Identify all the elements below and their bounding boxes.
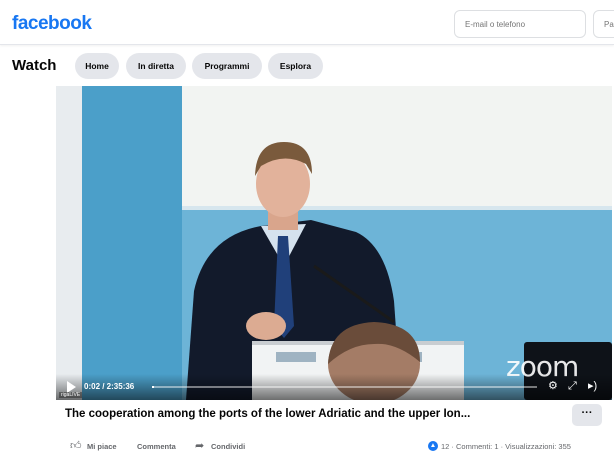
- actions-bar: 👍︎ Mi piace Commenta ➦ Condividi ▲ 12 · …: [0, 440, 614, 458]
- video-time: 0:02 / 2:35:36: [84, 382, 135, 391]
- tab-programmi[interactable]: Programmi: [192, 53, 262, 79]
- comment-button[interactable]: Commenta: [137, 442, 176, 451]
- progress-bar[interactable]: [152, 386, 537, 388]
- video-corner-tag: rigaLIVE: [59, 392, 83, 398]
- share-button[interactable]: Condividi: [211, 442, 245, 451]
- watch-nav: Watch Home In diretta Programmi Esplora: [0, 46, 614, 86]
- password-field[interactable]: [593, 10, 614, 38]
- like-button[interactable]: Mi piace: [87, 442, 117, 451]
- facebook-logo[interactable]: facebook: [12, 13, 92, 35]
- tab-esplora[interactable]: Esplora: [268, 53, 323, 79]
- post-stats[interactable]: 12 · Commenti: 1 · Visualizzazioni: 355: [441, 442, 571, 451]
- email-field[interactable]: [454, 10, 586, 38]
- fullscreen-icon[interactable]: ⤢: [568, 380, 577, 392]
- more-options-button[interactable]: ···: [572, 404, 602, 426]
- tab-home[interactable]: Home: [75, 53, 119, 79]
- video-player[interactable]: zoom 0:02 / 2:35:36 ⚙ ⤢ ▸) rigaLIVE: [56, 86, 612, 400]
- share-icon: ➦: [195, 440, 205, 452]
- tab-in-diretta[interactable]: In diretta: [126, 53, 186, 79]
- top-bar: facebook: [0, 0, 614, 45]
- progress-fill: [152, 386, 154, 388]
- volume-icon[interactable]: ▸): [588, 380, 597, 392]
- thumbs-up-icon: 👍︎: [70, 440, 82, 452]
- video-title[interactable]: The cooperation among the ports of the l…: [65, 408, 555, 420]
- video-controls: 0:02 / 2:35:36 ⚙ ⤢ ▸): [56, 374, 612, 400]
- like-count-icon: ▲: [428, 441, 438, 451]
- watch-title[interactable]: Watch: [12, 57, 56, 74]
- gear-icon[interactable]: ⚙: [548, 380, 558, 392]
